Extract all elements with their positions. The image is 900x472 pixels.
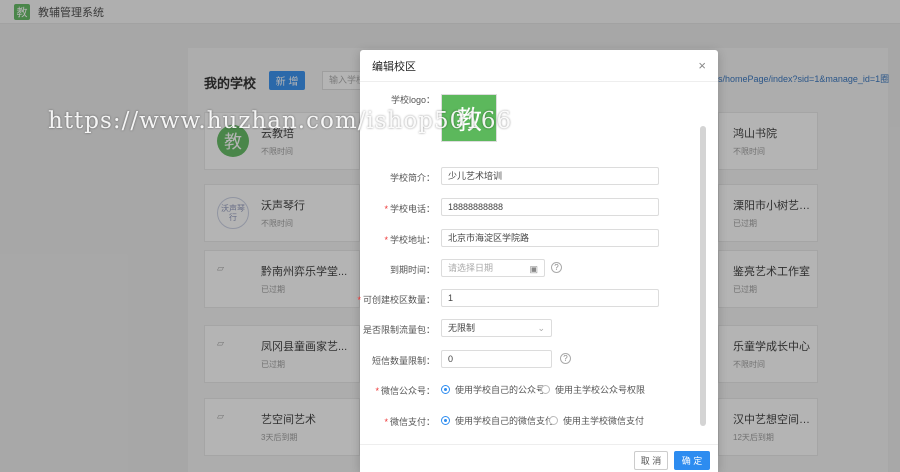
limit-traffic-select[interactable]: 无限制 ⌄ (441, 319, 552, 337)
phone-label-text: 学校电话： (389, 204, 435, 214)
wechat-own-radio[interactable]: 使用学校自己的公众号 (441, 383, 545, 396)
wechat-label-text: 微信公众号： (380, 386, 435, 396)
pay-own-label: 使用学校自己的微信支付 (455, 416, 555, 426)
dialog-title: 编辑校区 (372, 60, 416, 73)
required-mark: * (357, 295, 361, 305)
pay-label: * 微信支付： (330, 415, 435, 428)
address-label-text: 学校地址： (389, 235, 435, 245)
chevron-down-icon: ⌄ (537, 323, 545, 333)
dialog-scrollbar[interactable] (700, 126, 706, 426)
radio-unchecked-icon (549, 416, 558, 425)
wechat-main-label: 使用主学校公众号权限 (555, 385, 646, 395)
required-mark: * (384, 204, 388, 214)
expire-date-picker[interactable]: 请选择日期 ▣ (441, 259, 545, 277)
dialog-header: 编辑校区 × (360, 50, 718, 82)
radio-checked-icon (441, 416, 450, 425)
phone-input[interactable]: 18888888888 (441, 198, 659, 216)
expire-placeholder: 请选择日期 (448, 263, 494, 273)
campus-count-label-text: 可创建校区数量： (362, 295, 435, 305)
expire-label: 到期时间： (389, 265, 435, 275)
help-icon[interactable]: ? (560, 353, 571, 364)
wechat-label: * 微信公众号： (330, 384, 435, 397)
sms-limit-input[interactable]: 0 (441, 350, 552, 368)
radio-checked-icon (441, 385, 450, 394)
limit-traffic-value: 无限制 (448, 323, 476, 333)
address-input[interactable]: 北京市海淀区学院路 (441, 229, 659, 247)
sms-label: 短信数量限制： (371, 356, 435, 366)
intro-input[interactable]: 少儿艺术培训 (441, 167, 659, 185)
pay-main-radio[interactable]: 使用主学校微信支付 (549, 414, 644, 427)
phone-label: * 学校电话： (330, 202, 435, 215)
address-label: * 学校地址： (330, 233, 435, 246)
pay-own-radio[interactable]: 使用学校自己的微信支付 (441, 414, 554, 427)
close-icon[interactable]: × (698, 58, 706, 73)
required-mark: * (384, 235, 388, 245)
campus-count-input[interactable]: 1 (441, 289, 659, 307)
wechat-own-label: 使用学校自己的公众号 (455, 385, 546, 395)
calendar-icon: ▣ (529, 264, 538, 274)
watermark: https://www.huzhan.com/ishop50166 (48, 108, 513, 134)
logo-label: 学校logo： (390, 95, 435, 105)
required-mark: * (375, 386, 379, 396)
intro-label: 学校简介： (389, 173, 435, 183)
required-mark: * (384, 417, 388, 427)
pay-label-text: 微信支付： (389, 417, 435, 427)
radio-unchecked-icon (541, 385, 550, 394)
confirm-button[interactable]: 确 定 (674, 451, 710, 470)
cancel-button[interactable]: 取 消 (634, 451, 668, 470)
help-icon[interactable]: ? (551, 262, 562, 273)
campus-count-label: * 可创建校区数量： (330, 293, 435, 306)
limit-traffic-label: 是否限制流量包： (362, 325, 435, 335)
wechat-main-radio[interactable]: 使用主学校公众号权限 (541, 383, 645, 396)
pay-main-label: 使用主学校微信支付 (563, 416, 645, 426)
